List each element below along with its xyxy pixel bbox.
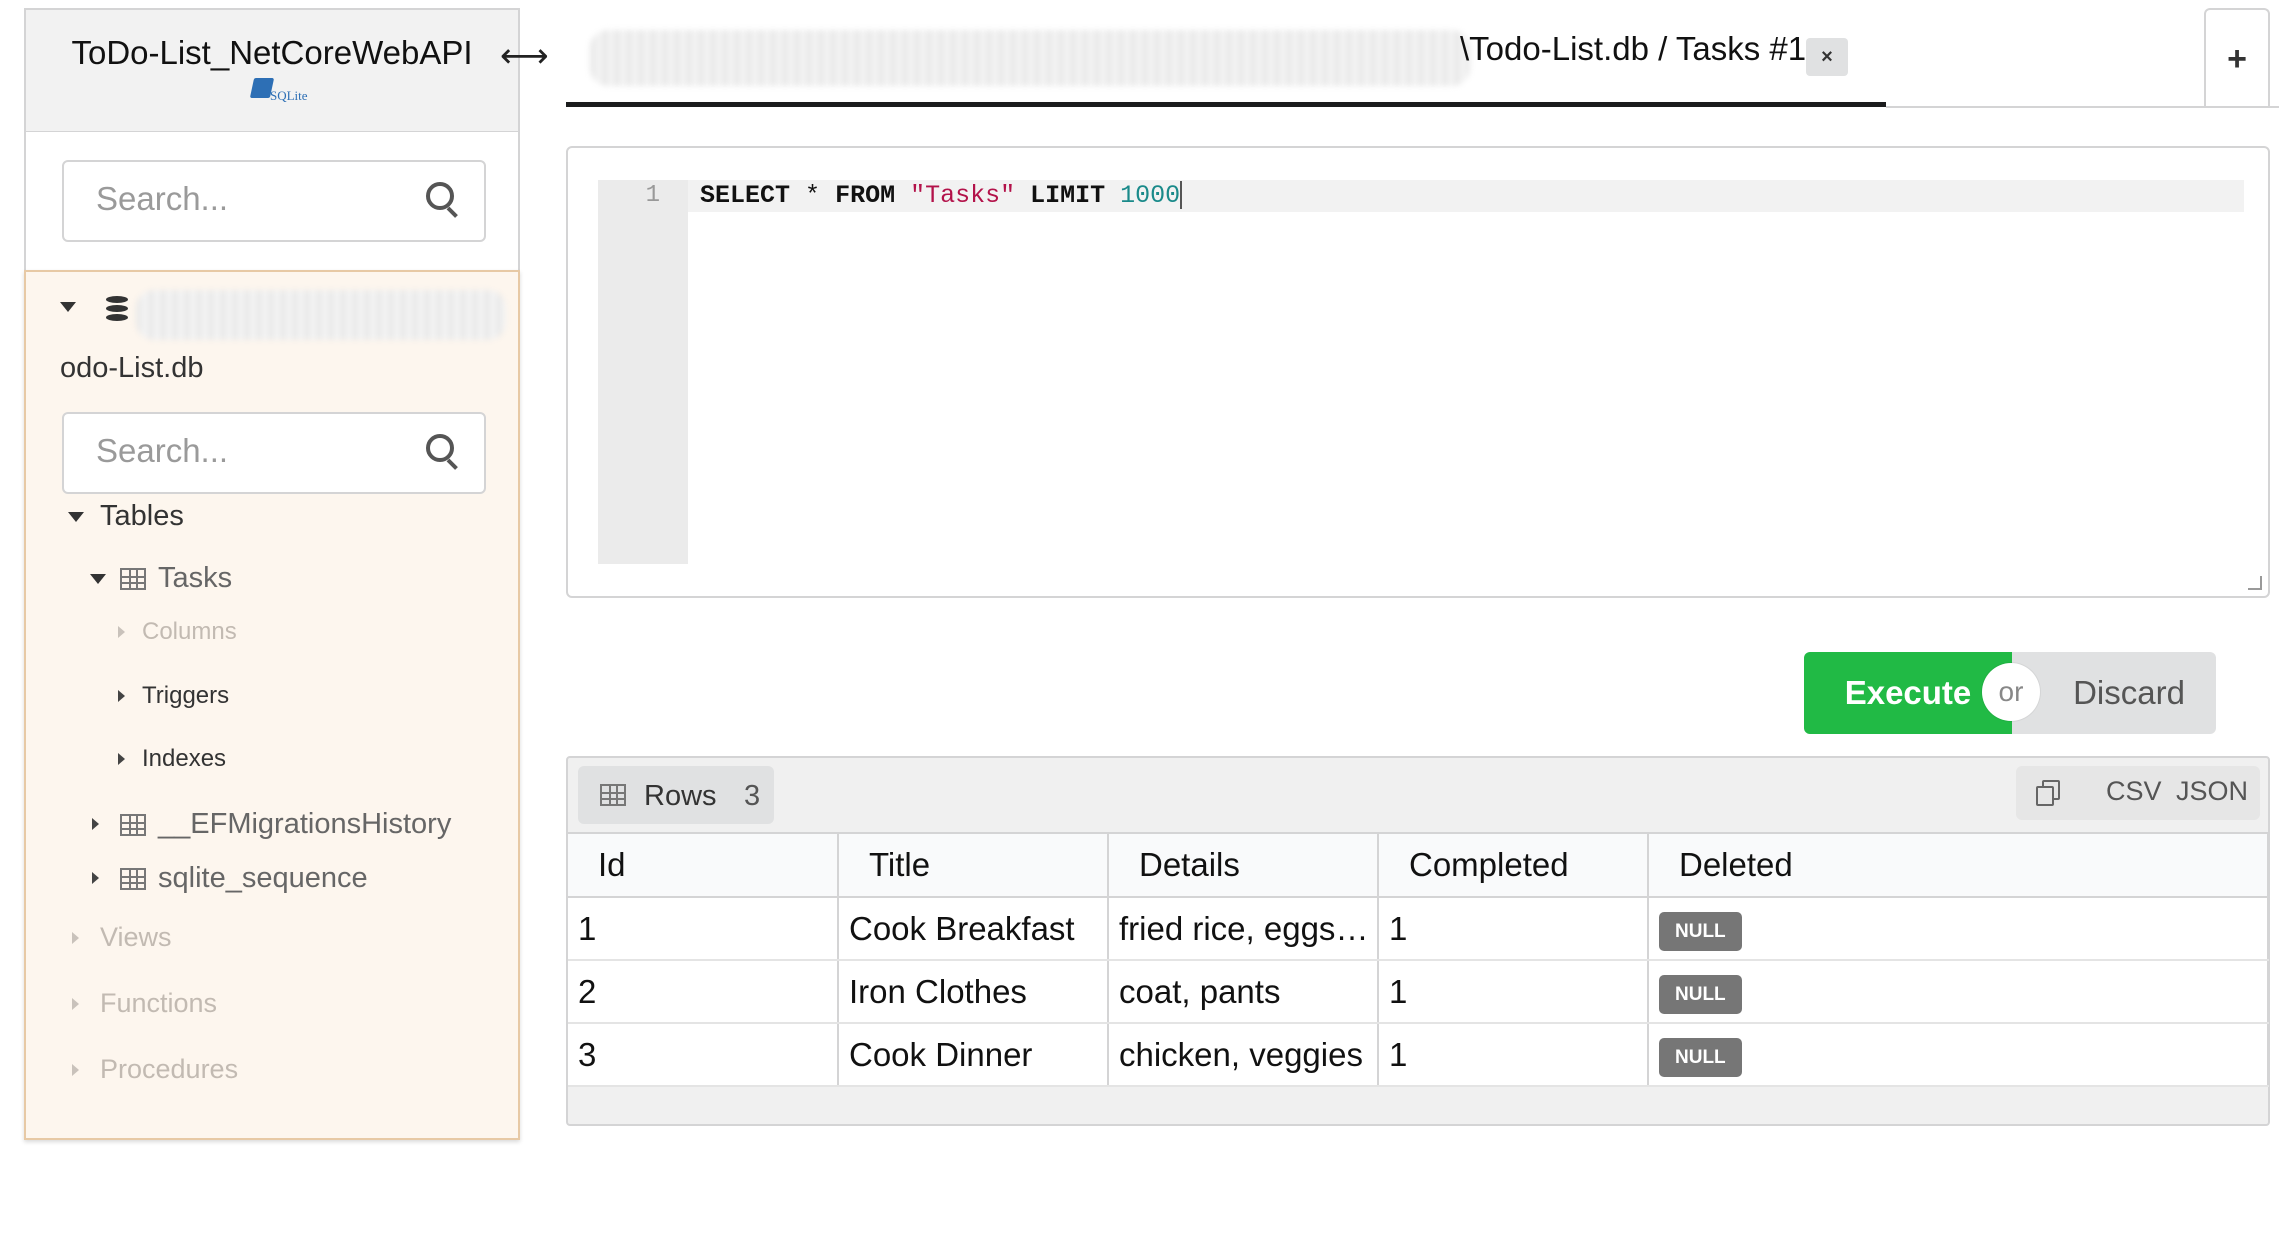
caret-down-icon[interactable] — [60, 302, 76, 312]
caret-right-icon[interactable] — [118, 690, 125, 702]
table-cell[interactable]: 3 — [568, 1023, 839, 1087]
column-header[interactable]: Details — [1108, 832, 1379, 898]
caret-down-icon[interactable] — [68, 512, 84, 522]
resize-arrow-icon[interactable]: ⟷ — [500, 36, 549, 76]
sql-star: * — [805, 181, 821, 210]
caret-right-icon[interactable] — [72, 998, 79, 1010]
sql-keyword: FROM — [835, 181, 896, 210]
table-row[interactable]: 3 Cook Dinner chicken, veggies 1 NULL — [568, 1023, 2269, 1087]
table-cell[interactable]: NULL — [1648, 1023, 2269, 1087]
tree-procedures[interactable]: Procedures — [100, 1054, 238, 1085]
caret-right-icon[interactable] — [92, 818, 99, 830]
rows-label: Rows — [644, 780, 717, 812]
table-cell[interactable]: fried rice, eggs, s... — [1108, 897, 1379, 961]
sql-keyword: SELECT — [700, 181, 791, 210]
tree-triggers[interactable]: Triggers — [142, 682, 229, 710]
active-tab-indicator — [566, 102, 1886, 107]
tree-functions[interactable]: Functions — [100, 988, 217, 1019]
editor-gutter — [598, 180, 688, 564]
tab-title[interactable]: \Todo-List.db / Tasks #1 — [1460, 30, 1806, 68]
connection-search-area: Search... — [24, 132, 520, 278]
csv-button[interactable]: CSV — [2106, 776, 2162, 807]
null-badge: NULL — [1659, 974, 1742, 1014]
table-header-row: Id Title Details Completed Deleted — [568, 832, 2269, 898]
discard-button[interactable]: Discard — [2012, 652, 2216, 734]
rows-count: 3 — [744, 780, 761, 812]
null-badge: NULL — [1659, 1037, 1742, 1077]
table-cell[interactable]: coat, pants — [1108, 960, 1379, 1024]
sql-number: 1000 — [1120, 181, 1181, 210]
table-cell[interactable]: 1 — [1378, 960, 1649, 1024]
caret-right-icon[interactable] — [72, 1064, 79, 1076]
table-row[interactable]: 1 Cook Breakfast fried rice, eggs, s... … — [568, 897, 2269, 961]
sql-code-line[interactable]: SELECT * FROM "Tasks" LIMIT 1000 — [700, 180, 1183, 212]
table-cell[interactable]: 1 — [568, 897, 839, 961]
line-number: 1 — [645, 182, 660, 209]
table-icon — [600, 784, 626, 806]
connection-search-input[interactable]: Search... — [62, 160, 486, 242]
sql-editor[interactable]: 1 SELECT * FROM "Tasks" LIMIT 1000 — [566, 146, 2270, 598]
sql-keyword: LIMIT — [1030, 181, 1106, 210]
database-panel: odo-List.db Search... Tables Tasks Colum… — [24, 270, 520, 1140]
search-placeholder: Search... — [96, 432, 229, 469]
redacted-tab-path — [590, 30, 1470, 86]
or-divider: or — [1982, 663, 2040, 721]
table-cell[interactable]: 1 — [1378, 1023, 1649, 1087]
resize-grip-icon[interactable] — [2248, 576, 2262, 590]
export-group: CSV JSON — [2016, 766, 2260, 820]
sql-string: "Tasks" — [910, 181, 1016, 210]
tree-columns[interactable]: Columns — [142, 618, 237, 646]
table-cell[interactable]: 1 — [1378, 897, 1649, 961]
caret-down-icon[interactable] — [90, 574, 106, 584]
sidebar: ToDo-List_NetCoreWebAPI SQLite Search...… — [24, 8, 520, 1140]
search-icon[interactable] — [426, 434, 460, 470]
table-cell[interactable]: Cook Dinner — [838, 1023, 1109, 1087]
column-header[interactable]: Id — [568, 832, 839, 898]
redacted-path — [136, 290, 506, 340]
sqlite-logo-text: SQLite — [270, 88, 308, 103]
table-cell[interactable]: 2 — [568, 960, 839, 1024]
plus-icon[interactable]: + — [2204, 8, 2270, 106]
tree-table-tasks[interactable]: Tasks — [158, 562, 232, 595]
tab-divider — [1886, 106, 2279, 108]
table-cell[interactable]: Cook Breakfast — [838, 897, 1109, 961]
column-header[interactable]: Completed — [1378, 832, 1649, 898]
connection-header[interactable]: ToDo-List_NetCoreWebAPI SQLite — [24, 8, 520, 132]
tree-table-efmigrations[interactable]: __EFMigrationsHistory — [158, 808, 451, 841]
rows-tab[interactable]: Rows 3 — [578, 766, 774, 824]
results-table: Id Title Details Completed Deleted 1 Coo… — [568, 832, 2269, 1087]
table-icon — [120, 868, 146, 890]
column-header[interactable]: Title — [838, 832, 1109, 898]
column-header[interactable]: Deleted — [1648, 832, 2269, 898]
table-cell[interactable]: NULL — [1648, 897, 2269, 961]
tree-tables[interactable]: Tables — [100, 500, 184, 533]
database-search-input[interactable]: Search... — [62, 412, 486, 494]
sqlite-logo: SQLite — [249, 78, 316, 108]
tree-indexes[interactable]: Indexes — [142, 745, 226, 773]
caret-right-icon[interactable] — [92, 872, 99, 884]
tree-views[interactable]: Views — [100, 922, 172, 953]
search-icon[interactable] — [426, 182, 460, 218]
table-row[interactable]: 2 Iron Clothes coat, pants 1 NULL — [568, 960, 2269, 1024]
tree-table-sqlite-sequence[interactable]: sqlite_sequence — [158, 862, 368, 895]
json-button[interactable]: JSON — [2176, 776, 2248, 807]
copy-icon[interactable] — [2034, 780, 2060, 806]
caret-right-icon[interactable] — [118, 626, 125, 638]
database-icon — [106, 296, 128, 322]
text-cursor — [1180, 181, 1183, 210]
table-cell[interactable]: NULL — [1648, 960, 2269, 1024]
search-placeholder: Search... — [96, 180, 229, 217]
connection-title: ToDo-List_NetCoreWebAPI — [71, 34, 473, 71]
table-icon — [120, 814, 146, 836]
table-cell[interactable]: chicken, veggies — [1108, 1023, 1379, 1087]
table-cell[interactable]: Iron Clothes — [838, 960, 1109, 1024]
table-icon — [120, 568, 146, 590]
null-badge: NULL — [1659, 911, 1742, 951]
caret-right-icon[interactable] — [72, 932, 79, 944]
execute-button[interactable]: Execute — [1804, 652, 2012, 734]
caret-right-icon[interactable] — [118, 753, 125, 765]
close-icon[interactable]: × — [1806, 38, 1848, 76]
results-panel: Rows 3 CSV JSON Id Title Details Complet… — [566, 756, 2270, 1126]
database-name[interactable]: odo-List.db — [60, 352, 204, 385]
